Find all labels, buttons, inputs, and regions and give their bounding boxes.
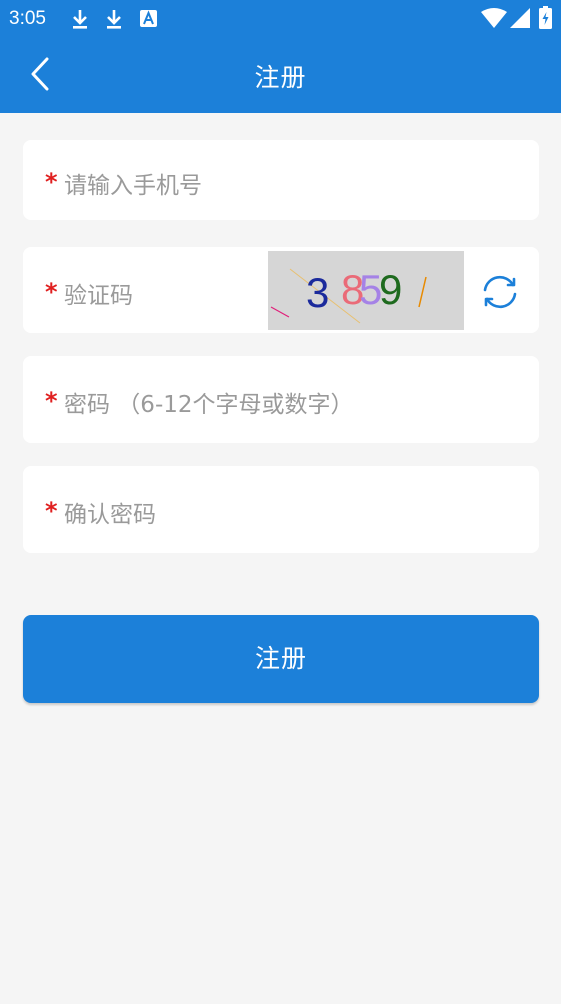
captcha-image[interactable]: 3 8 5 9 <box>268 251 464 330</box>
captcha-field[interactable]: * 验证码 3 8 5 9 <box>23 247 539 333</box>
refresh-icon <box>481 275 519 315</box>
confirm-password-input-placeholder: 确认密码 <box>64 502 156 528</box>
phone-field[interactable]: * 请输入手机号 <box>23 140 539 220</box>
download-icon <box>104 8 124 34</box>
status-time: 3:05 <box>9 8 46 29</box>
required-mark: * <box>45 168 58 196</box>
a-box-icon <box>140 10 157 31</box>
status-bar: 3:05 <box>0 0 561 38</box>
confirm-password-field[interactable]: * 确认密码 <box>23 466 539 553</box>
cell-signal-icon <box>510 8 530 32</box>
captcha-digit: 9 <box>379 266 402 313</box>
required-mark: * <box>45 497 58 525</box>
captcha-digit: 3 <box>306 269 329 316</box>
wifi-icon <box>481 8 507 32</box>
app-bar: 注册 <box>0 38 561 113</box>
required-mark: * <box>45 387 58 415</box>
required-mark: * <box>45 278 58 306</box>
page-title: 注册 <box>254 63 307 92</box>
battery-charging-icon <box>539 6 552 33</box>
captcha-input-placeholder: 验证码 <box>64 283 133 309</box>
register-button[interactable]: 注册 <box>23 615 539 703</box>
password-input-placeholder: 密码 （6-12个字母或数字） <box>64 392 354 418</box>
password-field[interactable]: * 密码 （6-12个字母或数字） <box>23 356 539 443</box>
phone-input-placeholder: 请输入手机号 <box>64 173 202 199</box>
captcha-refresh-button[interactable] <box>481 273 519 311</box>
download-icon <box>70 8 90 34</box>
